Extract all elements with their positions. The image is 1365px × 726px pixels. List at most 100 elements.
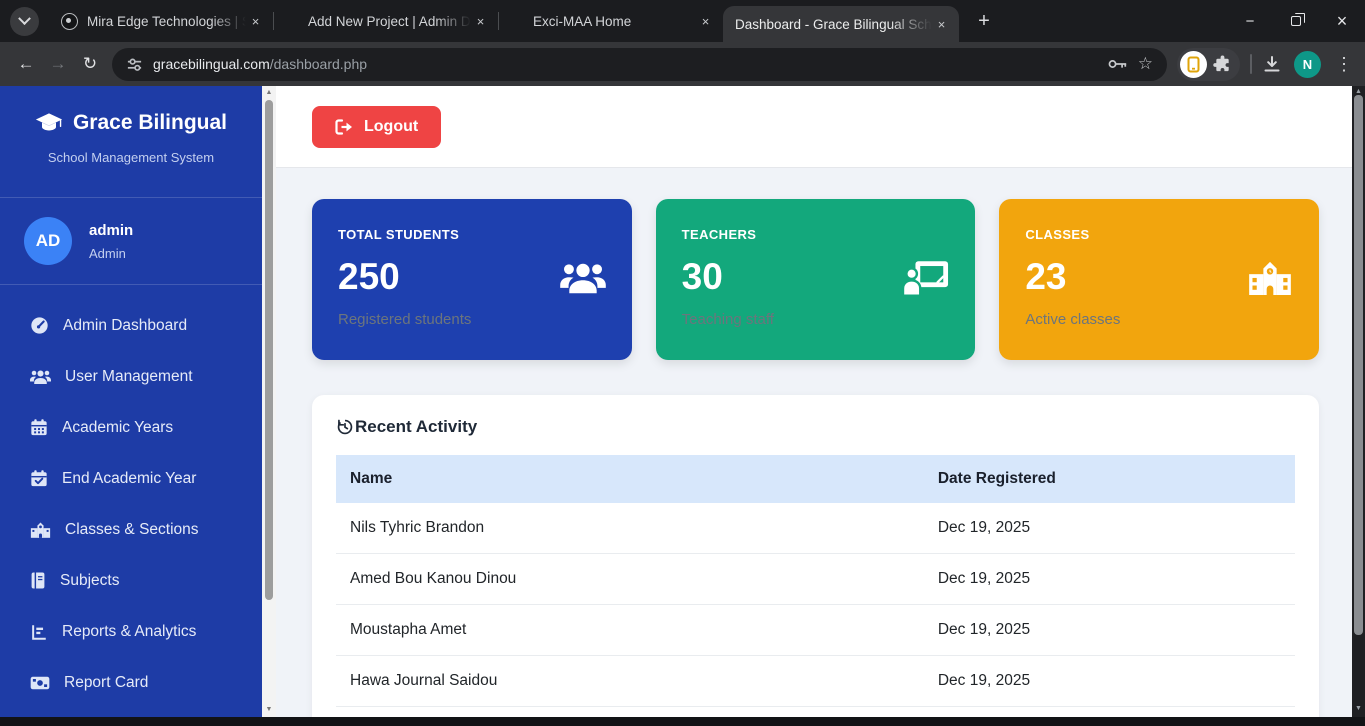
reload-button[interactable]: ↻ [74,48,106,80]
table-row: Amed Bou Kanou Dinou Dec 19, 2025 [336,554,1295,605]
stat-cards: TOTAL STUDENTS 250 Registered students [312,199,1319,360]
active-extension-button[interactable] [1180,51,1207,78]
restore-icon [1291,16,1301,26]
stat-title: TOTAL STUDENTS [338,227,606,242]
inner-scrollbar[interactable]: ▲ ▼ [262,86,276,726]
stat-subtitle: Teaching staff [682,311,950,328]
calendar-icon [30,418,48,437]
table-row: Hawa Journal Saidou Dec 19, 2025 [336,656,1295,707]
sidebar-item-user-management[interactable]: User Management [0,351,262,402]
inner-scrollbar-thumb[interactable] [265,100,273,600]
recent-activity-panel: Recent Activity Name Date Registered Nil… [312,395,1319,726]
close-tab-icon[interactable]: × [696,12,715,31]
column-header-name: Name [336,455,924,503]
url-path: /dashboard.php [270,56,367,72]
main-content: Logout TOTAL STUDENTS 250 Registered stu… [276,86,1352,726]
sidebar-item-label: User Management [65,368,193,386]
logout-icon [335,119,353,135]
close-tab-icon[interactable]: × [246,12,265,31]
report-card-icon [30,675,50,691]
extension-pill[interactable] [1177,48,1240,81]
chart-bars-icon [30,623,48,641]
browser-profile-avatar[interactable]: N [1294,51,1321,78]
logout-button[interactable]: Logout [312,106,441,148]
close-tab-icon[interactable]: × [932,15,951,34]
sidebar-item-label: Classes & Sections [65,521,199,539]
tab-dashboard-active[interactable]: Dashboard - Grace Bilingual Sch × [723,6,959,42]
cell-name: Moustapha Amet [336,605,924,656]
bookmark-star-icon[interactable]: ☆ [1138,54,1153,74]
sidebar-item-label: Subjects [60,572,119,590]
browser-window: Mira Edge Technologies | Servic × Add Ne… [0,0,1365,726]
scroll-up-icon[interactable]: ▲ [262,89,276,96]
scroll-down-icon[interactable]: ▼ [1352,705,1365,712]
extensions-puzzle-icon[interactable] [1213,55,1232,74]
tab-search-button[interactable] [10,7,39,36]
close-tab-icon[interactable]: × [471,12,490,31]
brand-name: Grace Bilingual [73,111,227,135]
graduation-cap-icon [35,112,63,134]
sidebar-profile: AD admin Admin [0,198,262,285]
scroll-up-icon[interactable]: ▲ [1352,88,1365,95]
cell-name: Hawa Journal Saidou [336,656,924,707]
page-scrollbar[interactable]: ▲ ▼ [1352,86,1365,726]
tab-mira-edge[interactable]: Mira Edge Technologies | Servic × [49,0,273,42]
window-close-button[interactable]: × [1319,0,1365,42]
classes-school-icon [1247,259,1293,295]
sidebar-item-classes-sections[interactable]: Classes & Sections [0,504,262,555]
window-bottom-edge [0,717,1365,726]
school-icon [30,521,51,538]
window-restore-button[interactable] [1273,0,1319,42]
book-icon [30,571,46,590]
user-name: admin [89,222,133,239]
window-minimize-button[interactable]: − [1227,0,1273,42]
teacher-chalkboard-icon [903,259,949,298]
stat-title: CLASSES [1025,227,1293,242]
cell-date: Dec 19, 2025 [924,503,1295,554]
sidebar-item-subjects[interactable]: Subjects [0,555,262,606]
sidebar-item-reports-analytics[interactable]: Reports & Analytics [0,606,262,657]
column-header-date: Date Registered [924,455,1295,503]
logout-label: Logout [364,118,418,136]
password-key-icon[interactable] [1108,57,1128,71]
sidebar-item-admin-dashboard[interactable]: Admin Dashboard [0,300,262,351]
forward-button[interactable]: → [42,48,74,80]
tab-title: Add New Project | Admin Dashb [308,14,471,29]
page-scrollbar-thumb[interactable] [1354,95,1363,635]
recent-activity-title: Recent Activity [336,417,1295,437]
url-text[interactable]: gracebilingual.com/dashboard.php [153,56,1098,72]
tune-icon[interactable] [126,56,143,73]
sidebar-item-label: Academic Years [62,419,173,437]
sidebar-nav: Admin Dashboard User Management [0,285,262,708]
new-tab-button[interactable]: + [969,6,999,36]
students-users-icon [560,259,606,297]
cell-date: Dec 19, 2025 [924,605,1295,656]
table-row: Nils Tyhric Brandon Dec 19, 2025 [336,503,1295,554]
downloads-icon[interactable] [1262,54,1282,74]
tab-title: Dashboard - Grace Bilingual Sch [735,17,932,32]
cell-name: Nils Tyhric Brandon [336,503,924,554]
brand-subtitle: School Management System [0,150,262,165]
sidebar-item-label: Report Card [64,674,148,692]
sidebar-item-label: Admin Dashboard [63,317,187,335]
tab-exci-maa[interactable]: Exci-MAA Home × [499,0,723,42]
address-bar[interactable]: gracebilingual.com/dashboard.php ☆ [112,48,1167,81]
sidebar-item-academic-years[interactable]: Academic Years [0,402,262,453]
tab-title: Mira Edge Technologies | Servic [87,14,246,29]
stat-title: TEACHERS [682,227,950,242]
toolbar-separator [1250,54,1252,74]
sidebar-item-end-academic-year[interactable]: End Academic Year [0,453,262,504]
sidebar-item-report-card[interactable]: Report Card [0,657,262,708]
tab-strip: Mira Edge Technologies | Servic × Add Ne… [0,0,1365,42]
dashboard-content: TOTAL STUDENTS 250 Registered students [276,168,1352,726]
page: Grace Bilingual School Management System… [0,86,1365,726]
back-button[interactable]: ← [10,48,42,80]
sidebar: Grace Bilingual School Management System… [0,86,262,726]
calendar-check-icon [30,469,48,488]
recent-activity-table: Name Date Registered Nils Tyhric Brandon… [336,455,1295,707]
browser-menu-dots-icon[interactable]: ⋮ [1333,54,1355,75]
stat-card-teachers: TEACHERS 30 Teaching staff [656,199,976,360]
tab-add-new-project[interactable]: Add New Project | Admin Dashb × [274,0,498,42]
scroll-down-icon[interactable]: ▼ [262,706,276,713]
stat-card-classes: CLASSES 23 Active classes [999,199,1319,360]
